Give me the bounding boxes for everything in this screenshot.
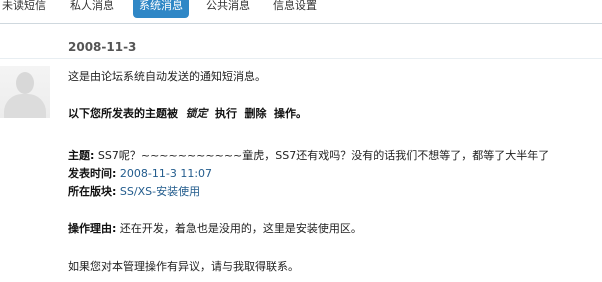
avatar-head-icon <box>16 72 34 94</box>
message-date: 2008-11-3 <box>68 40 137 54</box>
topic-value: SS7呢？~~~~~~~~~~~童虎，SS7还有戏吗？没有的话我们不想等了，都等… <box>97 149 550 162</box>
message-tabs: 未读短信 私人消息 系统消息 公共消息 信息设置 <box>0 0 602 24</box>
time-label: 发表时间: <box>68 167 117 180</box>
action-execute: 执行 <box>215 107 237 120</box>
tab-system[interactable]: 系统消息 <box>133 0 189 18</box>
action-prefix: 以下您所发表的主题被 <box>68 107 178 120</box>
divider <box>0 58 602 59</box>
tab-public[interactable]: 公共消息 <box>206 0 250 12</box>
tab-private[interactable]: 私人消息 <box>70 0 114 12</box>
action-delete: 删除 <box>244 107 267 120</box>
board-value: SS/XS-安装使用 <box>119 185 201 198</box>
time-value: 2008-11-3 11:07 <box>119 167 213 180</box>
topic-label: 主题: <box>68 149 95 162</box>
message-action-line: 以下您所发表的主题被 锁定 执行 删除 操作。 <box>68 107 307 121</box>
reason-line: 操作理由: 还在开发，着急也是没用的，这里是安装使用区。 <box>68 222 362 236</box>
footer-note: 如果您对本管理操作有异议，请与我取得联系。 <box>68 260 299 273</box>
action-lock: 锁定 <box>185 107 208 120</box>
reason-label: 操作理由: <box>68 222 117 235</box>
topic-line: 主题: SS7呢？~~~~~~~~~~~童虎，SS7还有戏吗？没有的话我们不想等… <box>68 149 549 163</box>
board-label: 所在版块: <box>68 185 117 198</box>
reason-value: 还在开发，着急也是没用的，这里是安装使用区。 <box>119 222 362 235</box>
action-suffix: 操作。 <box>274 107 307 120</box>
tab-settings[interactable]: 信息设置 <box>273 0 317 12</box>
time-line: 发表时间: 2008-11-3 11:07 <box>68 167 212 181</box>
board-line: 所在版块: SS/XS-安装使用 <box>68 185 200 199</box>
message-intro: 这是由论坛系统自动发送的通知短消息。 <box>68 70 266 83</box>
avatar-body-icon <box>4 94 46 118</box>
avatar <box>0 66 50 118</box>
tab-unread[interactable]: 未读短信 <box>2 0 46 12</box>
